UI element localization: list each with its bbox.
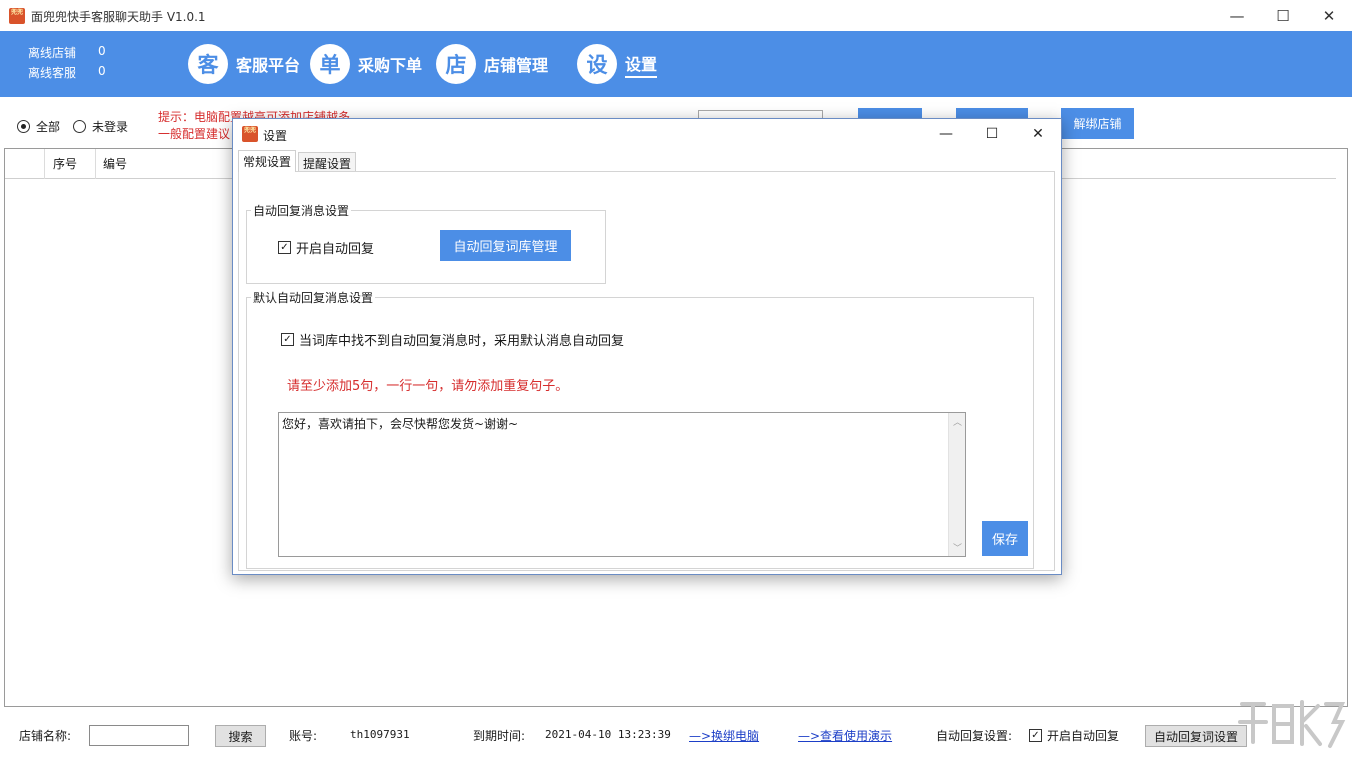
dialog-logo-icon: 兜兜 xyxy=(242,126,258,142)
auto-reply-group-label: 自动回复消息设置 xyxy=(251,202,352,219)
offline-stores-label: 离线店铺 xyxy=(28,46,77,60)
enable-auto-reply-checkbox[interactable]: ✓ 开启自动回复 xyxy=(278,238,374,257)
auto-reply-group: 自动回复消息设置 ✓ 开启自动回复 自动回复词库管理 xyxy=(246,202,606,284)
change-pc-link[interactable]: —>换绑电脑 xyxy=(689,727,759,744)
settings-icon: 设 xyxy=(577,44,617,84)
radio-unchecked-icon xyxy=(73,120,86,133)
scroll-down-icon[interactable]: ﹀ xyxy=(949,539,966,556)
nav-customer-service[interactable]: 客 客服平台 xyxy=(188,43,300,85)
default-reply-textarea[interactable]: 您好，喜欢请拍下，会尽快帮您发货~谢谢~ ︿ ﹀ xyxy=(278,412,966,557)
warning-text: 请至少添加5句，一行一句，请勿添加重复句子。 xyxy=(287,379,569,394)
enable-auto-reply-label: 开启自动回复 xyxy=(296,242,375,257)
customer-service-icon: 客 xyxy=(188,44,228,84)
store-icon: 店 xyxy=(436,44,476,84)
dialog-title: 设置 xyxy=(263,129,288,143)
general-settings-panel: 自动回复消息设置 ✓ 开启自动回复 自动回复词库管理 默认自动回复消息设置 ✓ … xyxy=(238,171,1055,571)
checkbox-checked-icon: ✓ xyxy=(1029,729,1042,742)
bottom-auto-reply-label: 开启自动回复 xyxy=(1047,729,1120,743)
dialog-close-button[interactable]: ✕ xyxy=(1015,119,1061,149)
watermark-logo-icon xyxy=(1238,700,1346,748)
radio-not-logged-in[interactable]: 未登录 xyxy=(73,118,128,135)
checkbox-checked-icon: ✓ xyxy=(278,241,291,254)
window-titlebar: 兜兜 面兜兜快手客服聊天助手 V1.0.1 — ☐ ✕ xyxy=(0,0,1352,31)
bottom-bar: 店铺名称: 搜索 账号: th1097931 到期时间: 2021-04-10 … xyxy=(0,707,1352,761)
textarea-content: 您好，喜欢请拍下，会尽快帮您发货~谢谢~ xyxy=(282,417,519,431)
nav-settings-label: 设置 xyxy=(625,51,658,78)
scroll-up-icon[interactable]: ︿ xyxy=(949,413,966,430)
bottom-auto-reply-checkbox[interactable]: ✓ 开启自动回复 xyxy=(1029,727,1119,744)
tab-reminder-settings[interactable]: 提醒设置 xyxy=(298,152,357,172)
maximize-button[interactable]: ☐ xyxy=(1260,0,1306,31)
offline-cs: 离线客服 0 xyxy=(28,64,106,81)
tab-general-settings[interactable]: 常规设置 xyxy=(238,150,297,172)
store-name-label: 店铺名称: xyxy=(19,729,72,743)
radio-all[interactable]: 全部 xyxy=(17,118,60,135)
nav-settings[interactable]: 设 设置 xyxy=(577,43,658,85)
default-reply-group-label: 默认自动回复消息设置 xyxy=(251,289,376,306)
nav-store-management[interactable]: 店 店铺管理 xyxy=(436,43,548,85)
dialog-titlebar: 兜兜 设置 — ☐ ✕ xyxy=(233,119,1061,149)
nav-purchase-order-label: 采购下单 xyxy=(358,56,423,75)
column-header-id[interactable]: 编号 xyxy=(96,149,236,179)
offline-cs-value: 0 xyxy=(98,64,106,78)
store-name-input[interactable] xyxy=(89,725,189,746)
nav-purchase-order[interactable]: 单 采购下单 xyxy=(310,43,422,85)
column-header-select[interactable] xyxy=(5,149,45,179)
radio-not-logged-in-label: 未登录 xyxy=(92,120,129,134)
settings-dialog: 兜兜 设置 — ☐ ✕ 常规设置 提醒设置 自动回复消息设置 ✓ 开启自动回复 … xyxy=(232,118,1062,575)
search-button[interactable]: 搜索 xyxy=(215,725,266,747)
textarea-scrollbar[interactable]: ︿ ﹀ xyxy=(948,413,965,556)
radio-checked-icon xyxy=(17,120,30,133)
dialog-maximize-button[interactable]: ☐ xyxy=(969,119,1015,149)
account-label: 账号: xyxy=(289,729,318,743)
save-button[interactable]: 保存 xyxy=(982,521,1028,556)
radio-all-label: 全部 xyxy=(36,120,61,134)
column-header-index[interactable]: 序号 xyxy=(45,149,96,179)
window-title: 面兜兜快手客服聊天助手 V1.0.1 xyxy=(31,10,206,24)
nav-store-management-label: 店铺管理 xyxy=(484,56,549,75)
expiry-value: 2021-04-10 13:23:39 xyxy=(545,728,671,741)
expiry-label: 到期时间: xyxy=(473,729,526,743)
account-value: th1097931 xyxy=(350,728,410,741)
app-logo-icon: 兜兜 xyxy=(9,8,25,24)
default-reply-group: 默认自动回复消息设置 ✓ 当词库中找不到自动回复消息时，采用默认消息自动回复 请… xyxy=(246,289,1034,569)
dialog-minimize-button[interactable]: — xyxy=(923,119,969,149)
app-header: 离线店铺 0 离线客服 0 客 客服平台 单 采购下单 店 店铺管理 设 设置 xyxy=(0,31,1352,97)
offline-cs-label: 离线客服 xyxy=(28,66,77,80)
minimize-button[interactable]: — xyxy=(1214,0,1260,31)
auto-reply-settings-button[interactable]: 自动回复词设置 xyxy=(1145,725,1247,747)
tip-line-2: 一般配置建议 xyxy=(158,127,231,141)
use-default-reply-label: 当词库中找不到自动回复消息时，采用默认消息自动回复 xyxy=(299,334,625,349)
checkbox-checked-icon: ✓ xyxy=(281,333,294,346)
auto-reply-setting-label: 自动回复设置: xyxy=(936,729,1013,743)
nav-customer-service-label: 客服平台 xyxy=(236,56,301,75)
offline-stores: 离线店铺 0 xyxy=(28,44,106,61)
unbind-store-button[interactable]: 解绑店铺 xyxy=(1061,108,1134,139)
use-default-reply-checkbox[interactable]: ✓ 当词库中找不到自动回复消息时，采用默认消息自动回复 xyxy=(281,330,624,349)
order-icon: 单 xyxy=(310,44,350,84)
manage-library-button[interactable]: 自动回复词库管理 xyxy=(440,230,571,261)
usage-demo-link[interactable]: —>查看使用演示 xyxy=(798,727,892,744)
offline-stores-value: 0 xyxy=(98,44,106,58)
close-button[interactable]: ✕ xyxy=(1306,0,1352,31)
